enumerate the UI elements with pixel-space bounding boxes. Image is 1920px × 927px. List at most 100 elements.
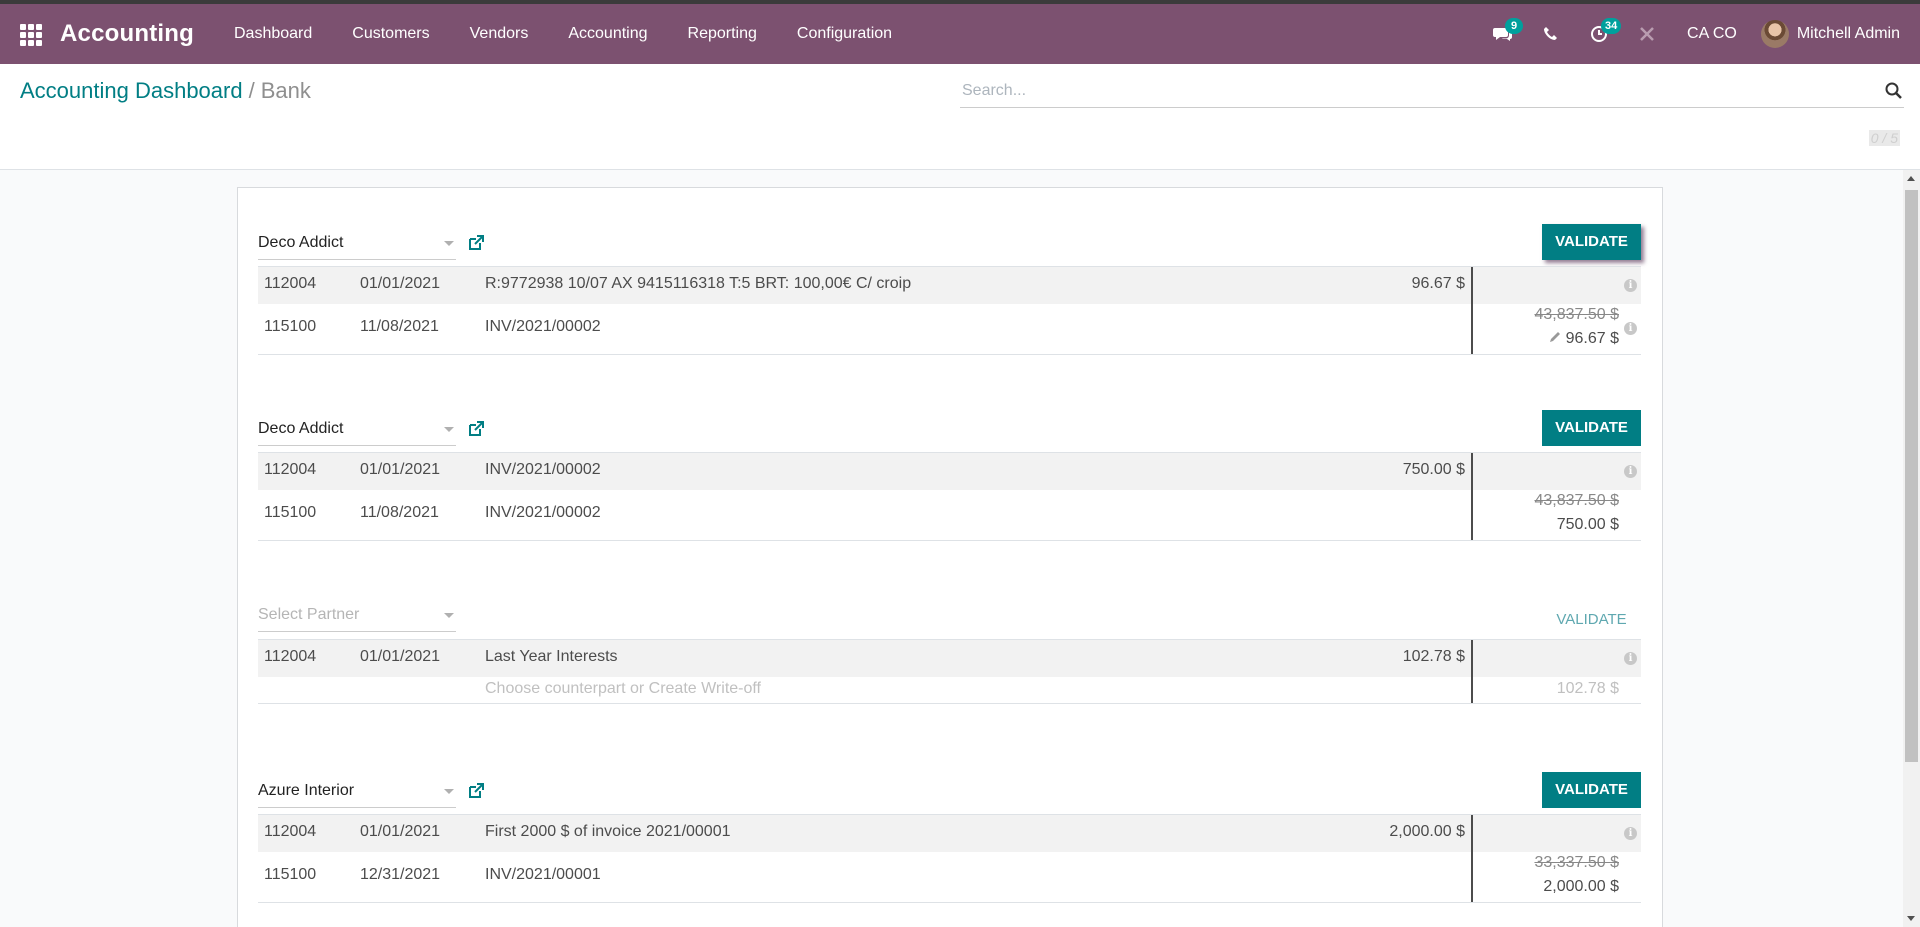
account-cell: 112004 bbox=[264, 275, 317, 292]
scroll-up-arrow-icon[interactable] bbox=[1907, 176, 1915, 181]
chevron-down-icon bbox=[444, 241, 454, 246]
write-off-hint[interactable]: Choose counterpart or Create Write-off bbox=[485, 680, 761, 698]
breadcrumb-accounting-dashboard[interactable]: Accounting Dashboard bbox=[20, 78, 243, 103]
counterpart-row[interactable]: 115100 11/08/2021 INV/2021/00002 43,837.… bbox=[258, 304, 1641, 354]
messaging-button[interactable]: 9 bbox=[1479, 4, 1527, 64]
date-cell: 12/31/2021 bbox=[360, 866, 441, 883]
breadcrumb-current: Bank bbox=[260, 78, 311, 103]
partner-select[interactable]: Select Partner bbox=[258, 602, 456, 632]
debug-tools-button[interactable] bbox=[1623, 4, 1671, 64]
menu-dashboard[interactable]: Dashboard bbox=[214, 4, 332, 64]
info-icon[interactable]: i bbox=[1624, 322, 1637, 335]
date-cell: 01/01/2021 bbox=[360, 461, 441, 478]
date-cell: 11/08/2021 bbox=[360, 318, 439, 335]
open-balance-amount: 102.78 $ bbox=[1556, 680, 1619, 697]
account-cell: 115100 bbox=[264, 318, 317, 335]
account-cell: 112004 bbox=[264, 823, 317, 840]
counterpart-row[interactable]: 115100 11/08/2021 INV/2021/00002 43,837.… bbox=[258, 490, 1641, 540]
original-amount: 33,337.50 $ bbox=[1534, 854, 1619, 871]
original-amount: 43,837.50 $ bbox=[1534, 492, 1619, 509]
original-amount: 43,837.50 $ bbox=[1534, 306, 1619, 323]
column-divider bbox=[1471, 304, 1473, 354]
reconciled-amount: 2,000.00 $ bbox=[1543, 878, 1619, 895]
activities-button[interactable]: 34 bbox=[1575, 4, 1623, 64]
validate-button[interactable]: VALIDATE bbox=[1542, 410, 1641, 446]
partner-select[interactable]: Deco Addict bbox=[258, 230, 456, 260]
external-link-icon[interactable] bbox=[467, 782, 485, 800]
phone-button[interactable] bbox=[1527, 4, 1575, 64]
statement-row[interactable]: 112004 01/01/2021 First 2000 $ of invoic… bbox=[258, 814, 1641, 852]
amount-cell: 102.78 $ bbox=[1402, 648, 1465, 665]
search-input[interactable] bbox=[960, 74, 1904, 107]
info-icon[interactable]: i bbox=[1624, 652, 1637, 665]
reconciliation-table: 112004 01/01/2021 First 2000 $ of invoic… bbox=[258, 814, 1641, 903]
label-cell: INV/2021/00002 bbox=[485, 318, 601, 335]
external-link-icon[interactable] bbox=[467, 234, 485, 252]
pager[interactable]: 0 / 5 bbox=[1868, 130, 1900, 146]
external-link-icon[interactable] bbox=[467, 420, 485, 438]
company-switcher[interactable]: CA CO bbox=[1671, 25, 1761, 43]
chevron-down-icon bbox=[444, 789, 454, 794]
partner-select[interactable]: Deco Addict bbox=[258, 416, 456, 446]
breadcrumb: Accounting Dashboard / Bank bbox=[20, 78, 311, 104]
column-divider bbox=[1471, 267, 1473, 304]
partner-select[interactable]: Azure Interior bbox=[258, 778, 456, 808]
reconciliation-sheet: Deco Addict VALIDATE 112004 01/01/2021 R… bbox=[237, 187, 1663, 927]
menu-accounting[interactable]: Accounting bbox=[548, 4, 667, 64]
activities-count-badge: 34 bbox=[1601, 18, 1622, 34]
reconciliation-table: 112004 01/01/2021 Last Year Interests 10… bbox=[258, 639, 1641, 704]
info-icon[interactable]: i bbox=[1624, 279, 1637, 292]
navbar-systray: 9 34 CA CO Mitchell Admin bbox=[1479, 4, 1920, 64]
date-cell: 01/01/2021 bbox=[360, 275, 441, 292]
label-cell: INV/2021/00002 bbox=[485, 461, 601, 478]
date-cell: 01/01/2021 bbox=[360, 823, 441, 840]
menu-vendors[interactable]: Vendors bbox=[450, 4, 549, 64]
vertical-scrollbar[interactable] bbox=[1903, 170, 1920, 927]
chevron-down-icon bbox=[444, 613, 454, 618]
control-panel: Accounting Dashboard/Bank 0 / 5 bbox=[0, 64, 1920, 170]
date-cell: 01/01/2021 bbox=[360, 648, 441, 665]
reconciliation-content: Deco Addict VALIDATE 112004 01/01/2021 R… bbox=[0, 170, 1920, 927]
messages-count-badge: 9 bbox=[1505, 18, 1524, 34]
partial-amount[interactable]: 96.67 $ bbox=[1548, 330, 1619, 348]
amount-cell: 96.67 $ bbox=[1411, 275, 1465, 292]
user-menu[interactable]: Mitchell Admin bbox=[1760, 20, 1920, 48]
column-divider bbox=[1471, 815, 1473, 852]
account-cell: 112004 bbox=[264, 461, 317, 478]
info-icon[interactable]: i bbox=[1624, 827, 1637, 840]
statement-row[interactable]: 112004 01/01/2021 Last Year Interests 10… bbox=[258, 639, 1641, 677]
info-icon[interactable]: i bbox=[1624, 465, 1637, 478]
app-brand[interactable]: Accounting bbox=[60, 20, 194, 48]
main-menu: Dashboard Customers Vendors Accounting R… bbox=[214, 4, 912, 64]
label-cell: INV/2021/00001 bbox=[485, 866, 601, 883]
pencil-icon bbox=[1549, 332, 1560, 342]
statement-row[interactable]: 112004 01/01/2021 INV/2021/00002 750.00 … bbox=[258, 452, 1641, 490]
breadcrumb-separator: / bbox=[248, 78, 255, 103]
write-off-row[interactable]: Choose counterpart or Create Write-off 1… bbox=[258, 677, 1641, 703]
column-divider bbox=[1471, 490, 1473, 540]
menu-customers[interactable]: Customers bbox=[332, 4, 449, 64]
reconciled-amount: 750.00 $ bbox=[1556, 516, 1619, 533]
user-name: Mitchell Admin bbox=[1796, 25, 1900, 42]
search-bar bbox=[960, 74, 1904, 108]
column-divider bbox=[1471, 453, 1473, 490]
menu-reporting[interactable]: Reporting bbox=[668, 4, 777, 64]
date-cell: 11/08/2021 bbox=[360, 504, 439, 521]
apps-menu-icon[interactable] bbox=[20, 24, 42, 46]
reconciled-amount: 96.67 $ bbox=[1565, 330, 1619, 347]
counterpart-row[interactable]: 115100 12/31/2021 INV/2021/00001 33,337.… bbox=[258, 852, 1641, 902]
avatar bbox=[1760, 20, 1789, 48]
account-cell: 112004 bbox=[264, 648, 317, 665]
amount-cell: 2,000.00 $ bbox=[1389, 823, 1465, 840]
scrollbar-thumb[interactable] bbox=[1905, 190, 1918, 762]
validate-button[interactable]: VALIDATE bbox=[1542, 602, 1641, 638]
scroll-down-arrow-icon[interactable] bbox=[1907, 916, 1915, 921]
menu-configuration[interactable]: Configuration bbox=[777, 4, 912, 64]
statement-row[interactable]: 112004 01/01/2021 R:9772938 10/07 AX 941… bbox=[258, 266, 1641, 304]
reconciliation-table: 112004 01/01/2021 INV/2021/00002 750.00 … bbox=[258, 452, 1641, 541]
label-cell: First 2000 $ of invoice 2021/00001 bbox=[485, 823, 731, 840]
validate-button[interactable]: VALIDATE bbox=[1542, 224, 1641, 260]
search-icon[interactable] bbox=[1884, 81, 1904, 101]
label-cell: Last Year Interests bbox=[485, 648, 618, 665]
validate-button[interactable]: VALIDATE bbox=[1542, 772, 1641, 808]
